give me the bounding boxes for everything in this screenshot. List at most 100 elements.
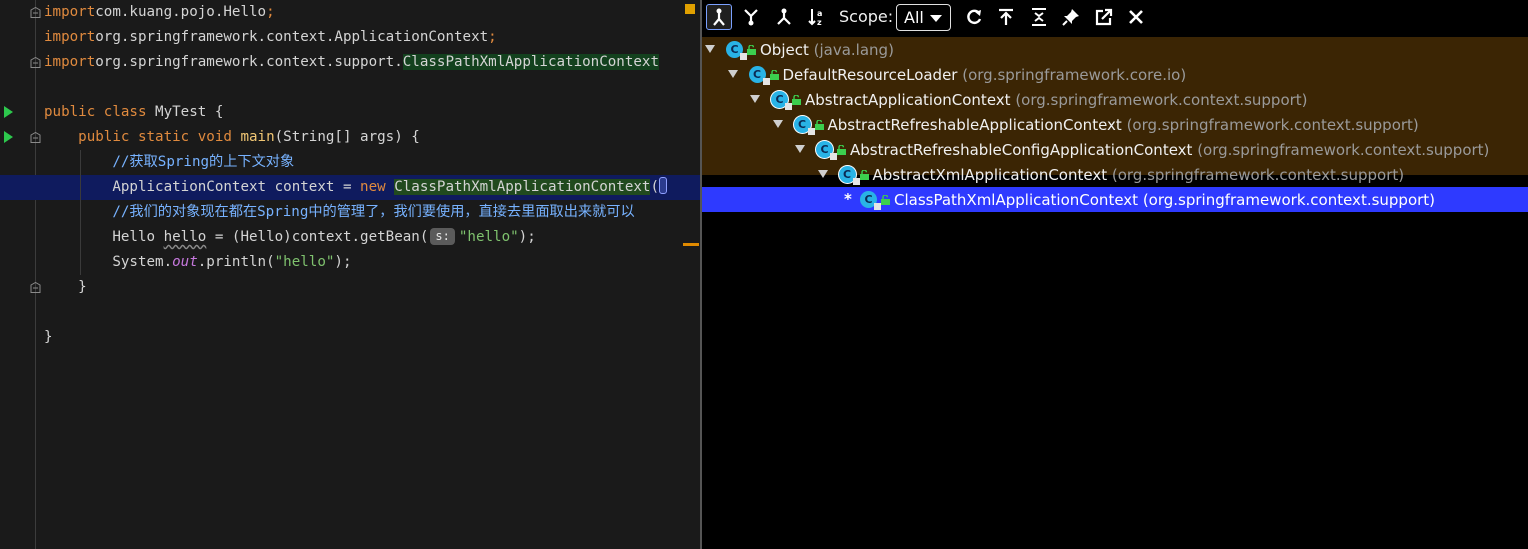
public-access-icon [769,70,779,80]
code-line[interactable]: Hello hello = (Hello)context.getBean(s: "… [0,225,700,250]
scope-value: All [904,8,924,27]
supertypes-hierarchy-icon[interactable] [738,4,764,30]
scroll-to-source-icon[interactable] [993,4,1019,30]
code-line[interactable]: //获取Spring的上下文对象 [0,150,700,175]
code-token: } [44,329,53,345]
code-token: "hello" [274,254,335,270]
parameter-hint: s: [430,228,455,245]
refresh-icon[interactable] [961,4,987,30]
code-line-text: public class MyTest { [44,100,223,125]
code-line[interactable]: //我们的对象现在都在Spring中的管理了，我们要使用，直接去里面取出来就可以 [0,200,700,225]
lock-badge-icon [874,203,881,210]
fold-icon[interactable] [30,282,41,293]
hierarchy-tree[interactable]: C Object (java.lang) C DefaultResourceLoade… [702,37,1528,212]
run-main-icon[interactable] [4,131,13,143]
expand-all-icon[interactable] [1026,4,1052,30]
code-line[interactable]: importorg.springframework.context.Applic… [0,25,700,50]
code-token: new [360,179,395,195]
package-name: (org.springframework.context.support) [1138,191,1436,209]
scrollbar-warning-mark[interactable] [683,243,699,246]
public-access-icon [881,195,890,205]
tree-node[interactable]: C AbstractXmlApplicationContext (org.spri… [702,162,1528,187]
code-line[interactable]: public static void main(String[] args) { [0,125,700,150]
expand-toggle-icon[interactable] [705,45,715,53]
package-name: (org.springframework.context.support) [1192,141,1490,159]
code-line[interactable]: importorg.springframework.context.suppor… [0,50,700,75]
abstract-class-icon: C [838,166,860,185]
tree-node[interactable]: C AbstractRefreshableApplicationContext (… [702,112,1528,137]
indent-guide [80,150,81,275]
code-token: import [44,4,96,20]
warning-marker-icon[interactable] [685,4,695,14]
expand-toggle-icon[interactable] [727,70,738,78]
scope-label: Scope: [839,7,894,26]
code-editor[interactable]: importcom.kuang.pojo.Hello; importorg.spr… [0,0,700,549]
class-icon: C [726,41,747,60]
abstract-class-icon: C [793,116,815,135]
fold-icon[interactable] [30,7,41,18]
code-token: ); [518,229,536,245]
sort-alphabetically-icon[interactable]: az [804,4,830,30]
class-icon: C [860,191,881,210]
class-hierarchy-icon[interactable] [771,4,797,30]
code-line-text: public static void main(String[] args) { [44,125,420,150]
code-line-text: //获取Spring的上下文对象 [44,150,294,175]
lock-badge-icon [852,178,860,185]
code-token: ClassPathXmlApplicationContext [394,179,651,195]
code-token: MyTest { [155,104,224,120]
tree-node[interactable]: C AbstractApplicationContext (org.springf… [702,87,1528,112]
code-token: org.springframework.context.support. [95,54,403,70]
type-hierarchy-panel: az Scope: All C Object (java.lang) C Defaul… [702,0,1528,549]
pin-icon[interactable] [1058,4,1084,30]
lock-badge-icon [830,153,837,160]
code-token: hello [163,229,207,245]
lock-badge-icon [740,53,747,60]
code-line[interactable]: ApplicationContext context = new ClassPa… [0,175,700,200]
code-token: //获取Spring的上下文对象 [112,154,295,170]
close-icon[interactable] [1123,4,1149,30]
code-token: com.kuang.pojo.Hello [95,4,267,20]
code-line[interactable] [0,75,700,100]
package-name: (org.springframework.context.support) [1121,116,1419,134]
code-line-text: Hello hello = (Hello)context.getBean(s: "… [44,225,536,250]
abstract-class-icon: C [771,91,792,110]
class-name: AbstractRefreshableConfigApplicationCont… [850,141,1193,159]
package-name: (java.lang) [808,41,894,59]
code-line[interactable]: } [0,275,700,300]
tree-node[interactable]: C AbstractRefreshableConfigApplicationCon… [702,137,1528,162]
code-token: //我们的对象现在都在Spring中的管理了，我们要使用，直接去里面取出来就可以 [112,204,635,220]
tree-node-label: AbstractXmlApplicationContext (org.sprin… [873,166,1405,184]
tree-node-label: AbstractRefreshableApplicationContext (o… [828,116,1419,134]
class-name: DefaultResourceLoader [782,66,958,84]
lock-badge-icon [762,78,770,85]
code-token: out [172,254,198,270]
expand-toggle-icon[interactable] [795,145,805,153]
package-name: (org.springframework.context.support) [1010,91,1308,109]
public-access-icon [792,95,801,105]
code-line[interactable]: public class MyTest { [0,100,700,125]
scope-dropdown[interactable]: All [896,4,951,31]
fold-icon[interactable] [30,57,41,68]
code-token: System. [44,254,173,270]
code-line[interactable]: } [0,325,700,350]
export-icon[interactable] [1091,4,1117,30]
tree-node[interactable]: * C ClassPathXmlApplicationContext (org.sp… [702,187,1528,212]
fold-icon[interactable] [30,132,41,143]
code-line-text: } [44,325,53,350]
tree-node[interactable]: C Object (java.lang) [702,37,1528,62]
tree-node[interactable]: C DefaultResourceLoader (org.springframew… [702,62,1528,87]
code-token: = (Hello)context.getBean( [206,229,429,245]
subtypes-hierarchy-icon[interactable] [706,4,732,30]
abstract-class-icon: C [816,141,837,160]
expand-toggle-icon[interactable] [772,120,783,128]
expand-toggle-icon[interactable] [817,170,828,178]
code-token: main [240,129,275,145]
code-line[interactable]: System.out.println("hello"); [0,250,700,275]
code-token: Hello [44,229,164,245]
svg-text:a: a [817,9,822,18]
code-line[interactable]: importcom.kuang.pojo.Hello; [0,0,700,25]
run-class-icon[interactable] [4,106,13,118]
expand-toggle-icon[interactable] [750,95,760,103]
code-line[interactable] [0,300,700,325]
